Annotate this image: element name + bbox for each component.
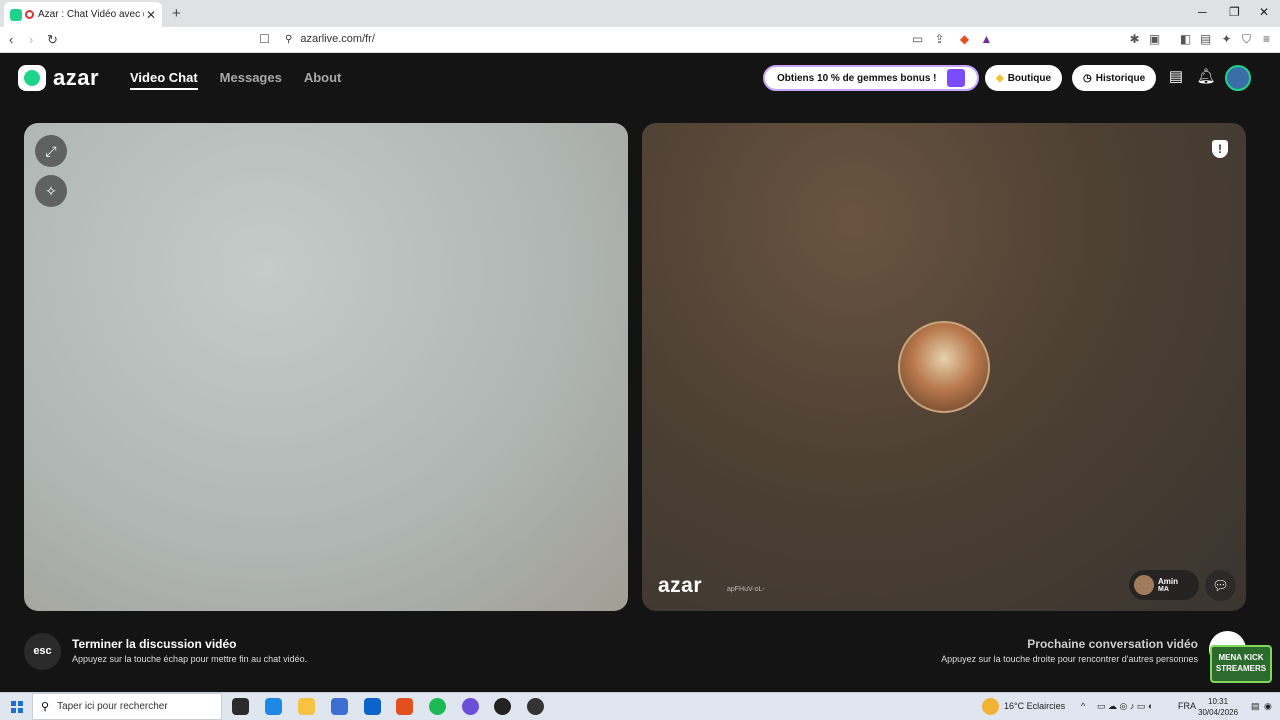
tab-title: Azar : Chat Vidéo avec de no xyxy=(38,9,144,20)
task-view-icon[interactable] xyxy=(232,698,249,715)
edge-icon[interactable] xyxy=(265,698,282,715)
brave-rewards-icon[interactable]: ▲ xyxy=(980,33,993,46)
cast-icon[interactable]: ▭ xyxy=(911,33,924,46)
weather-text[interactable]: 16°C Eclaircies xyxy=(1004,701,1065,711)
windows-taskbar: ⚲ Taper ici pour rechercher 16°C Eclairc… xyxy=(0,692,1280,720)
shop-button[interactable]: ◆ Boutique xyxy=(985,65,1063,91)
back-icon[interactable]: ‹ xyxy=(9,32,13,47)
leo-ai-icon[interactable]: ✦ xyxy=(1220,33,1233,46)
notification-bell-icon[interactable]: 🔔︎ xyxy=(1196,67,1216,87)
store-icon[interactable] xyxy=(331,698,348,715)
weather-icon[interactable] xyxy=(982,698,999,715)
nav-about[interactable]: About xyxy=(304,70,342,90)
shop-label: Boutique xyxy=(1007,72,1052,84)
nav-video-chat[interactable]: Video Chat xyxy=(130,70,198,90)
tray-apps-icon[interactable]: ▭ ☁ ◎ ♪ ▭ ◐ xyxy=(1097,701,1153,712)
minimize-video-icon[interactable]: ⤢ xyxy=(35,135,67,167)
menu-icon[interactable]: ≡ xyxy=(1260,33,1273,46)
peer-name: Amin xyxy=(1158,577,1178,586)
sidebar-icon[interactable]: ◧ xyxy=(1179,33,1192,46)
recording-icon xyxy=(25,10,34,19)
azar-app: azar Video Chat Messages About Obtiens 1… xyxy=(0,53,1280,692)
capture-app-icon[interactable] xyxy=(527,698,544,715)
wallet-icon[interactable]: ▤ xyxy=(1199,33,1212,46)
history-button[interactable]: ◷ Historique xyxy=(1072,65,1157,91)
next-chat-hint: Appuyez sur la touche droite pour rencon… xyxy=(941,654,1198,664)
gift-icon xyxy=(947,69,965,87)
focus-assist-icon[interactable]: ◉ xyxy=(1264,701,1272,712)
search-icon: ⚲ xyxy=(41,701,50,713)
magic-wand-icon[interactable]: ✧ xyxy=(35,175,67,207)
main-nav: Video Chat Messages About xyxy=(130,70,341,90)
notifications-icon[interactable]: ▤ xyxy=(1251,701,1260,712)
share-icon[interactable]: ⇪ xyxy=(933,33,946,46)
search-placeholder: Taper ici pour rechercher xyxy=(57,701,168,712)
outlook-icon[interactable] xyxy=(364,698,381,715)
inbox-icon[interactable]: ▤ xyxy=(1166,67,1186,87)
peer-id: apFHuV-oL- xyxy=(727,586,765,593)
brave-shield-icon[interactable]: ◆ xyxy=(958,33,971,46)
browser-tab[interactable]: Azar : Chat Vidéo avec de no ✕ xyxy=(4,2,162,27)
extensions-icon[interactable]: ✱ xyxy=(1128,33,1141,46)
clock-date: 30/04/2026 xyxy=(1198,708,1239,717)
azar-watermark: azar xyxy=(658,574,703,597)
obs-icon[interactable] xyxy=(494,698,511,715)
azar-logo-icon xyxy=(18,65,46,91)
maximize-button[interactable]: ❐ xyxy=(1229,5,1240,19)
discord-icon[interactable] xyxy=(462,698,479,715)
esc-key-button[interactable]: esc xyxy=(24,633,61,670)
address-bar: ‹ › ↻ ☐ ⚲ azarlive.com/fr/ ▭ ⇪ ◆ ▲ ✱ ▣ ◧… xyxy=(0,27,1280,53)
profile-avatar[interactable] xyxy=(1225,65,1251,91)
nav-messages[interactable]: Messages xyxy=(220,70,282,90)
azar-logo[interactable]: azar xyxy=(18,65,99,91)
azar-favicon-icon xyxy=(10,8,22,21)
close-window-button[interactable]: ✕ xyxy=(1259,5,1269,19)
peer-avatar xyxy=(1134,575,1154,595)
peer-user-chip[interactable]: Amin MA xyxy=(1129,570,1199,600)
tab-close-icon[interactable]: ✕ xyxy=(146,8,156,22)
gem-bonus-promo-button[interactable]: Obtiens 10 % de gemmes bonus ! xyxy=(763,65,979,91)
browser-tab-bar: Azar : Chat Vidéo avec de no ✕ + ─ ❐ ✕ xyxy=(0,0,1280,27)
promo-text: Obtiens 10 % de gemmes bonus ! xyxy=(777,72,937,84)
site-info-icon[interactable]: ⚲ xyxy=(285,34,292,45)
peer-country: MA xyxy=(1158,586,1169,593)
clock-time: 10:31 xyxy=(1208,697,1229,706)
taskbar-clock[interactable]: 10:31 30/04/2026 xyxy=(1198,696,1238,718)
minimize-button[interactable]: ─ xyxy=(1198,5,1207,19)
file-explorer-icon[interactable] xyxy=(298,698,315,715)
next-chat-title: Prochaine conversation vidéo xyxy=(1027,637,1198,651)
url-text[interactable]: azarlive.com/fr/ xyxy=(300,33,375,45)
bookmark-icon[interactable]: ☐ xyxy=(258,33,271,46)
new-tab-button[interactable]: + xyxy=(172,5,181,22)
gem-icon: ◆ xyxy=(996,72,1004,84)
tray-chevron-icon[interactable]: ^ xyxy=(1081,701,1085,711)
vpn-icon[interactable]: ⛉ xyxy=(1240,33,1253,46)
forward-icon[interactable]: › xyxy=(29,32,33,47)
chat-bubble-icon[interactable]: 💬︎ xyxy=(1205,570,1236,601)
remote-video: ! azar apFHuV-oL- Amin MA 💬︎ xyxy=(642,123,1246,611)
language-indicator[interactable]: FRA xyxy=(1178,701,1196,711)
spotify-icon[interactable] xyxy=(429,698,446,715)
reload-icon[interactable]: ↻ xyxy=(47,32,58,48)
clock-icon: ◷ xyxy=(1083,72,1092,84)
end-chat-title: Terminer la discussion vidéo xyxy=(72,637,237,651)
start-icon[interactable] xyxy=(11,701,23,713)
tab-search-icon[interactable]: ▣ xyxy=(1148,33,1161,46)
report-shield-icon[interactable]: ! xyxy=(1212,140,1228,158)
history-label: Historique xyxy=(1095,72,1146,84)
mena-kick-streamers-badge: MENA KICK STREAMERS xyxy=(1210,645,1272,683)
end-chat-hint: Appuyez sur la touche échap pour mettre … xyxy=(72,654,308,664)
taskbar-search[interactable]: ⚲ Taper ici pour rechercher xyxy=(32,693,222,720)
peer-profile-picture xyxy=(898,321,990,413)
local-video: ⤢ ✧ xyxy=(24,123,628,611)
logo-text: azar xyxy=(53,65,100,90)
brave-icon[interactable] xyxy=(396,698,413,715)
